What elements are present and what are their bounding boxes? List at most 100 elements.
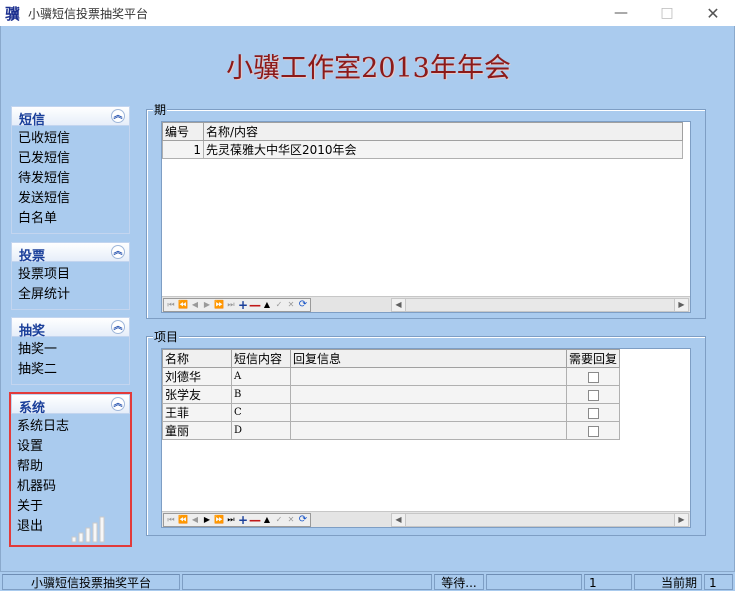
minimize-button[interactable]: —	[598, 0, 644, 26]
app-icon: 骥	[5, 5, 21, 23]
refresh-icon[interactable]: ⟳	[297, 514, 309, 526]
chevron-up-icon[interactable]: ︽	[111, 109, 125, 123]
table-row[interactable]: 童丽 D	[162, 421, 620, 440]
last-record-icon[interactable]: ⏭	[225, 299, 237, 311]
cell-reply-info[interactable]	[290, 367, 567, 386]
prior-record-icon[interactable]: ◀	[189, 299, 201, 311]
cell-sms-content[interactable]: B	[231, 385, 291, 404]
nav-group-title: 短信	[19, 113, 46, 128]
table-row[interactable]: 张学友 B	[162, 385, 620, 404]
next-record-icon[interactable]: ▶	[201, 514, 213, 526]
items-grid[interactable]: 名称 短信内容 回复信息 需要回复 刘德华 A 张学友 B 王菲 C 童丽 D …	[161, 348, 691, 528]
column-header-name[interactable]: 名称	[162, 349, 232, 368]
period-grid[interactable]: 编号 名称/内容 1 先灵葆雅大中华区2010年会 ⏮ ⏪ ◀ ▶ ⏩ ⏭ + …	[161, 121, 691, 313]
refresh-icon[interactable]: ⟳	[297, 299, 309, 311]
last-record-icon[interactable]: ⏭	[225, 514, 237, 526]
cell-need-reply[interactable]	[566, 385, 620, 404]
need-reply-checkbox[interactable]	[587, 371, 599, 383]
prior-record-icon[interactable]: ◀	[189, 514, 201, 526]
table-row[interactable]: 1 先灵葆雅大中华区2010年会	[162, 140, 683, 159]
nav-item-help[interactable]: 帮助	[17, 457, 130, 477]
status-empty-pane	[182, 574, 432, 590]
need-reply-checkbox[interactable]	[587, 389, 599, 401]
table-row[interactable]: 王菲 C	[162, 403, 620, 422]
close-button[interactable]: ✕	[690, 0, 735, 26]
period-grid-navigator: ⏮ ⏪ ◀ ▶ ⏩ ⏭ + — ▲ ✓ ✕ ⟳ ◀ ▶	[162, 296, 690, 312]
nav-item-settings[interactable]: 设置	[17, 437, 130, 457]
scroll-right-icon[interactable]: ▶	[674, 299, 688, 311]
first-record-icon[interactable]: ⏮	[165, 514, 177, 526]
cancel-record-icon[interactable]: ✕	[285, 514, 297, 526]
nav-group-header-sms[interactable]: 短信 ︽	[11, 106, 130, 128]
cancel-record-icon[interactable]: ✕	[285, 299, 297, 311]
insert-record-icon[interactable]: +	[237, 299, 249, 311]
cell-reply-info[interactable]	[290, 385, 567, 404]
items-grid-hscrollbar[interactable]: ◀ ▶	[391, 513, 689, 527]
prior-page-icon[interactable]: ⏪	[177, 514, 189, 526]
nav-item-received-sms[interactable]: 已收短信	[18, 129, 129, 149]
cell-name[interactable]: 刘德华	[162, 367, 232, 386]
post-record-icon[interactable]: ✓	[273, 299, 285, 311]
title-bar[interactable]: 骥 小骥短信投票抽奖平台 — □ ✕	[0, 0, 735, 26]
nav-item-sent-sms[interactable]: 已发短信	[18, 149, 129, 169]
chevron-up-icon[interactable]: ︽	[111, 320, 125, 334]
nav-item-pending-sms[interactable]: 待发短信	[18, 169, 129, 189]
column-header-reply-info[interactable]: 回复信息	[290, 349, 567, 368]
column-header-name[interactable]: 名称/内容	[203, 122, 683, 141]
cell-reply-info[interactable]	[290, 403, 567, 422]
scroll-left-icon[interactable]: ◀	[392, 299, 406, 311]
nav-item-lottery-two[interactable]: 抽奖二	[18, 360, 129, 380]
delete-record-icon[interactable]: —	[249, 299, 261, 311]
cell-sms-content[interactable]: C	[231, 403, 291, 422]
nav-group-header-system[interactable]: 系统 ︽	[11, 394, 130, 416]
cell-name[interactable]: 先灵葆雅大中华区2010年会	[203, 140, 683, 159]
post-record-icon[interactable]: ✓	[273, 514, 285, 526]
nav-group-header-lottery[interactable]: 抽奖 ︽	[11, 317, 130, 339]
cell-name[interactable]: 童丽	[162, 421, 232, 440]
status-empty-pane-2	[486, 574, 582, 590]
edit-record-icon[interactable]: ▲	[261, 299, 273, 311]
nav-item-system-log[interactable]: 系统日志	[17, 417, 130, 437]
delete-record-icon[interactable]: —	[249, 514, 261, 526]
first-record-icon[interactable]: ⏮	[165, 299, 177, 311]
nav-item-lottery-one[interactable]: 抽奖一	[18, 340, 129, 360]
column-header-sms-content[interactable]: 短信内容	[231, 349, 291, 368]
scroll-left-icon[interactable]: ◀	[392, 514, 406, 526]
next-page-icon[interactable]: ⏩	[213, 514, 225, 526]
next-page-icon[interactable]: ⏩	[213, 299, 225, 311]
chevron-up-icon[interactable]: ︽	[111, 245, 125, 259]
table-row[interactable]: 刘德华 A	[162, 367, 620, 386]
cell-need-reply[interactable]	[566, 403, 620, 422]
nav-group-header-vote[interactable]: 投票 ︽	[11, 242, 130, 264]
scroll-right-icon[interactable]: ▶	[674, 514, 688, 526]
column-header-need-reply[interactable]: 需要回复	[566, 349, 620, 368]
nav-group-lottery: 抽奖 ︽ 抽奖一 抽奖二	[11, 317, 130, 385]
maximize-icon: □	[660, 5, 674, 21]
next-record-icon[interactable]: ▶	[201, 299, 213, 311]
nav-item-whitelist[interactable]: 白名单	[18, 209, 129, 229]
column-header-id[interactable]: 编号	[162, 122, 204, 141]
need-reply-checkbox[interactable]	[587, 425, 599, 437]
cell-reply-info[interactable]	[290, 421, 567, 440]
cell-name[interactable]: 张学友	[162, 385, 232, 404]
cell-sms-content[interactable]: A	[231, 367, 291, 386]
period-grid-hscrollbar[interactable]: ◀ ▶	[391, 298, 689, 312]
nav-item-send-sms[interactable]: 发送短信	[18, 189, 129, 209]
cell-need-reply[interactable]	[566, 421, 620, 440]
insert-record-icon[interactable]: +	[237, 514, 249, 526]
main-window: 小骥工作室2013年年会 短信 ︽ 已收短信 已发短信 待发短信 发送短信 白名…	[0, 26, 735, 571]
maximize-button[interactable]: □	[644, 0, 690, 26]
chevron-up-icon[interactable]: ︽	[111, 397, 125, 411]
cell-need-reply[interactable]	[566, 367, 620, 386]
nav-item-fullscreen-stats[interactable]: 全屏统计	[18, 285, 129, 305]
cell-name[interactable]: 王菲	[162, 403, 232, 422]
status-count: 1	[584, 574, 632, 590]
cell-sms-content[interactable]: D	[231, 421, 291, 440]
nav-item-machine-code[interactable]: 机器码	[17, 477, 130, 497]
nav-item-about[interactable]: 关于	[17, 497, 130, 517]
edit-record-icon[interactable]: ▲	[261, 514, 273, 526]
need-reply-checkbox[interactable]	[587, 407, 599, 419]
prior-page-icon[interactable]: ⏪	[177, 299, 189, 311]
cell-id[interactable]: 1	[162, 140, 204, 159]
nav-item-vote-projects[interactable]: 投票项目	[18, 265, 129, 285]
